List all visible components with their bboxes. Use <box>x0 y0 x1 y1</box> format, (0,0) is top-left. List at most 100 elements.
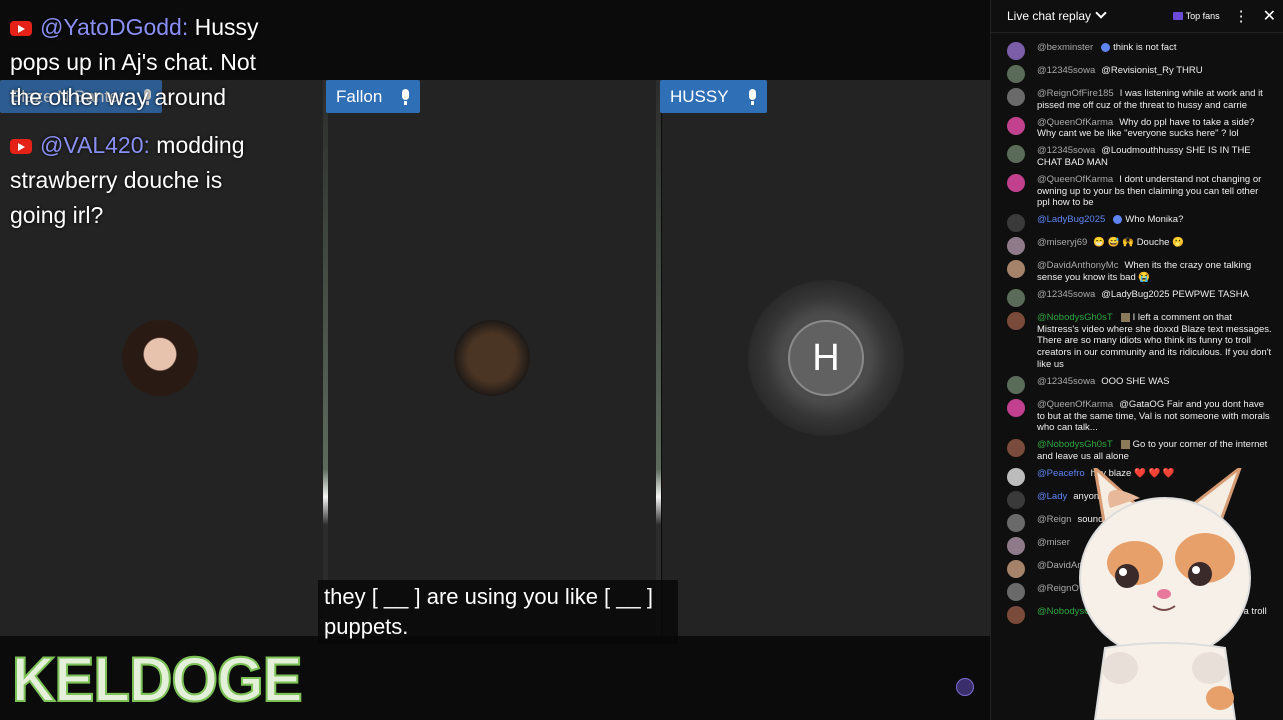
chat-message-body: @12345sowa OOO SHE WAS <box>1037 376 1272 394</box>
participant-name: Fallon <box>336 86 383 106</box>
youtube-icon <box>10 139 32 155</box>
chat-author-name[interactable]: @12345sowa <box>1037 145 1095 156</box>
closed-caption: they [ __ ] are using you like [ __ ] pu… <box>318 580 678 644</box>
chat-message-body: @NobodysGh0sT Go to your corner of the in… <box>1037 439 1272 463</box>
youtube-icon <box>10 21 32 37</box>
chat-mode-dropdown[interactable]: Live chat replay <box>1007 7 1173 23</box>
chat-message-body: @DavidAnthonyMc When its the crazy one ta… <box>1037 260 1272 284</box>
chat-author-avatar[interactable] <box>1007 173 1025 192</box>
panel-divider <box>656 80 661 636</box>
chat-author-avatar[interactable] <box>1007 467 1025 486</box>
close-icon[interactable]: ✕ <box>1263 6 1276 26</box>
verified-icon <box>1113 215 1123 225</box>
participant-avatar-2 <box>454 320 530 396</box>
chat-author-avatar[interactable] <box>1007 145 1025 164</box>
participant-avatar-1 <box>122 320 198 396</box>
chat-message[interactable]: @NobodysGh0sT I left a comment on that Mi… <box>991 311 1283 371</box>
chat-author-name[interactable]: @LadyBug2025 <box>1037 214 1105 225</box>
chat-message-text: @LadyBug2025 PEWPWE TASHA <box>1101 288 1249 300</box>
chat-message-body: @QueenOfKarma @GataOG Fair and you dont h… <box>1037 399 1272 434</box>
chat-message[interactable]: @miseryj69 😁 😅 🙌 Douche 🫢 <box>991 237 1283 256</box>
chat-message[interactable]: @LadyBug2025 Who Monika? <box>991 214 1283 233</box>
verified-icon <box>1101 42 1111 52</box>
chat-author-name[interactable]: @bexminster <box>1037 42 1093 53</box>
chat-message[interactable]: @QueenOfKarma @GataOG Fair and you dont h… <box>991 398 1283 434</box>
chat-message[interactable]: @bexminster think is not fact <box>991 42 1283 60</box>
chat-message[interactable]: @ReignOfFire185 I was listening while at … <box>991 88 1283 112</box>
chat-author-avatar[interactable] <box>1007 214 1025 233</box>
chat-message[interactable]: @12345sowa @LadyBug2025 PEWPWE TASHA <box>991 288 1283 307</box>
chat-message-body: @12345sowa @Loudmouthhussy SHE IS IN THE … <box>1037 145 1272 169</box>
chat-message-body: @12345sowa @LadyBug2025 PEWPWE TASHA <box>1037 289 1272 307</box>
chat-author-name[interactable]: @miseryj69 <box>1037 237 1087 248</box>
stream-video: Blaze N Banter Fallon HUSSY H @YatoDGodd… <box>0 0 990 720</box>
chat-author-name[interactable]: @ReignOfFire185 <box>1037 88 1114 99</box>
overlay-text: going irl? <box>10 202 104 228</box>
chat-message[interactable]: @NobodysGh0sT Go to your corner of the in… <box>991 439 1283 463</box>
overlay-text: strawberry douche is <box>10 167 223 193</box>
chat-message-body: @12345sowa @Revisionist_Ry THRU <box>1037 65 1272 83</box>
more-options-icon[interactable]: ⋮ <box>1234 7 1249 25</box>
chat-author-avatar[interactable] <box>1007 398 1025 417</box>
chat-message-text: OOO SHE WAS <box>1101 375 1170 387</box>
chat-author-name[interactable]: @NobodysGh0sT <box>1037 439 1113 450</box>
chat-author-name[interactable]: @12345sowa <box>1037 376 1095 387</box>
chat-author-name[interactable]: @QueenOfKarma <box>1037 174 1113 185</box>
chat-message-text: think is not fact <box>1113 42 1177 53</box>
overlay-author: @YatoDGodd: <box>40 14 189 40</box>
top-fans-button[interactable]: Top fans <box>1172 11 1220 21</box>
chat-author-avatar[interactable] <box>1007 42 1025 60</box>
chat-message-body: @QueenOfKarma I dont understand not chang… <box>1037 174 1272 209</box>
chat-message[interactable]: @12345sowa @Revisionist_Ry THRU <box>991 65 1283 83</box>
member-badge-icon <box>1120 440 1130 450</box>
chat-author-avatar[interactable] <box>1007 605 1025 624</box>
chat-author-name[interactable]: @QueenOfKarma <box>1037 399 1113 410</box>
chat-message-body: @ReignOfFire185 I was listening while at … <box>1037 88 1272 112</box>
chat-author-avatar[interactable] <box>1007 513 1025 532</box>
chat-author-avatar[interactable] <box>1007 237 1025 256</box>
participant-nametag-2: Fallon <box>326 80 421 113</box>
chat-message[interactable]: @12345sowa @Loudmouthhussy SHE IS IN THE … <box>991 145 1283 169</box>
chat-author-avatar[interactable] <box>1007 65 1025 83</box>
crown-icon <box>1172 12 1183 20</box>
chat-author-avatar[interactable] <box>1007 582 1025 601</box>
overlay-chat-message-2: @VAL420: modding strawberry douche is go… <box>10 128 320 233</box>
chat-author-avatar[interactable] <box>1007 490 1025 509</box>
chat-message-body: @miseryj69 😁 😅 🙌 Douche 🫢 <box>1037 237 1272 255</box>
chat-author-avatar[interactable] <box>1007 536 1025 555</box>
chat-mode-label: Live chat replay <box>1007 9 1092 23</box>
chat-message[interactable]: @12345sowa OOO SHE WAS <box>991 375 1283 394</box>
chat-author-name[interactable]: @12345sowa <box>1037 289 1095 300</box>
overlay-author: @VAL420: <box>40 132 150 158</box>
chat-author-avatar[interactable] <box>1007 288 1025 307</box>
chat-message-body: @bexminster think is not fact <box>1037 42 1272 60</box>
channel-watermark-icon <box>956 678 974 696</box>
chat-author-avatar[interactable] <box>1007 88 1025 106</box>
chat-author-name[interactable]: @12345sowa <box>1037 65 1095 76</box>
vtuber-cat-avatar <box>1079 468 1251 720</box>
participant-avatar-3: H <box>788 320 864 396</box>
participant-nametag-3: HUSSY <box>660 80 767 113</box>
chat-author-name[interactable]: @NobodysGh0sT <box>1037 312 1113 323</box>
overlay-chat-message-1: @YatoDGodd: Hussy pops up in Aj's chat. … <box>10 10 320 115</box>
chat-author-avatar[interactable] <box>1007 116 1025 135</box>
chat-author-name[interactable]: @DavidAnthonyMc <box>1037 260 1118 271</box>
chat-author-avatar[interactable] <box>1007 311 1025 330</box>
chat-message[interactable]: @QueenOfKarma Why do ppl have to take a s… <box>991 116 1283 141</box>
chat-author-avatar[interactable] <box>1007 375 1025 394</box>
chat-message-text: @Revisionist_Ry THRU <box>1101 65 1203 76</box>
chat-author-avatar[interactable] <box>1007 260 1025 279</box>
top-fans-label: Top fans <box>1185 11 1220 21</box>
member-badge-icon <box>1120 312 1130 322</box>
chat-message[interactable]: @DavidAnthonyMc When its the crazy one ta… <box>991 260 1283 284</box>
chat-author-avatar[interactable] <box>1007 559 1025 578</box>
overlay-text: pops up in Aj's chat. Not <box>10 49 257 75</box>
chat-message-body: @QueenOfKarma Why do ppl have to take a s… <box>1037 117 1272 141</box>
chat-author-name[interactable]: @QueenOfKarma <box>1037 117 1113 128</box>
participant-name: HUSSY <box>670 86 729 106</box>
overlay-text: Hussy <box>194 14 259 40</box>
chat-message[interactable]: @QueenOfKarma I dont understand not chang… <box>991 173 1283 209</box>
chat-author-name[interactable]: @Lady <box>1037 491 1067 502</box>
chat-author-avatar[interactable] <box>1007 439 1025 458</box>
chat-message-body: @LadyBug2025 Who Monika? <box>1037 214 1272 232</box>
